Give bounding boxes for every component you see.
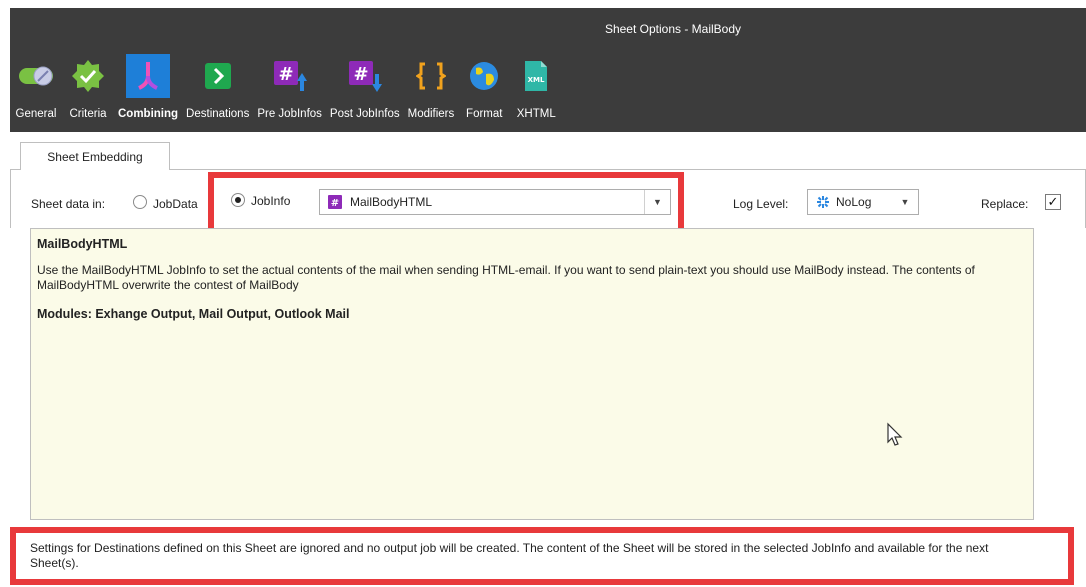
toolbar: General Criteria Combining Destinations … [10,54,562,132]
globe-icon [462,54,506,98]
jobinfo-description-panel: MailBodyHTML Use the MailBodyHTML JobInf… [30,228,1034,520]
description-body: Use the MailBodyHTML JobInfo to set the … [37,263,975,292]
arrow-right-icon [196,54,240,98]
log-level-label: Log Level: [733,197,789,211]
toggle-icon [14,54,58,98]
tab-sheet-embedding[interactable]: Sheet Embedding [20,142,170,171]
tool-label: Criteria [69,108,107,120]
hash-down-icon: # [343,54,387,98]
radio-jobdata[interactable] [133,195,147,209]
tool-label: Modifiers [407,108,455,120]
replace-label: Replace: [981,197,1029,211]
tool-label: Post JobInfos [329,108,400,120]
badge-check-icon [66,54,110,98]
log-level-select[interactable]: NoLog ▼ [807,189,919,215]
tool-label: XHTML [516,108,556,120]
tab-strip: Sheet Embedding [10,132,1086,171]
tool-label: Combining [118,108,179,120]
tool-format[interactable]: Format [458,54,510,132]
window-title: Sheet Options - MailBody [604,22,742,36]
tool-modifiers[interactable]: Modifiers [404,54,459,132]
tool-general[interactable]: General [10,54,62,132]
tool-post-jobinfos[interactable]: # Post JobInfos [326,54,404,132]
tool-pre-jobinfos[interactable]: # Pre JobInfos [253,54,326,132]
spinner-icon [816,195,830,209]
xml-file-icon: XML [514,54,558,98]
tool-label: General [15,108,57,120]
sheet-data-in-label: Sheet data in: [31,197,106,211]
tool-label: Pre JobInfos [257,108,322,120]
hash-up-icon: # [268,54,312,98]
svg-text:XML: XML [528,76,545,84]
tool-combining[interactable]: Combining [114,54,182,132]
tool-label: Format [466,108,503,120]
description-modules: Modules: Exhange Output, Mail Output, Ou… [37,307,350,321]
brackets-icon [409,54,453,98]
tool-label: Destinations [186,108,250,120]
replace-checkbox[interactable]: ✓ [1045,194,1061,210]
chevron-down-icon[interactable]: ▼ [892,190,918,214]
description-title: MailBodyHTML [37,237,128,251]
log-level-value: NoLog [836,195,872,209]
svg-text:#: # [353,64,368,85]
tool-criteria[interactable]: Criteria [62,54,114,132]
footer-note: Settings for Destinations defined on thi… [30,541,989,570]
window-header: Sheet Options - MailBody General Criteri [10,8,1086,132]
merge-icon [126,54,171,98]
tool-xhtml[interactable]: XML XHTML [510,54,562,132]
svg-text:#: # [278,64,293,85]
tool-destinations[interactable]: Destinations [182,54,253,132]
radio-jobdata-label: JobData [153,197,198,211]
mouse-cursor-icon [886,422,904,451]
